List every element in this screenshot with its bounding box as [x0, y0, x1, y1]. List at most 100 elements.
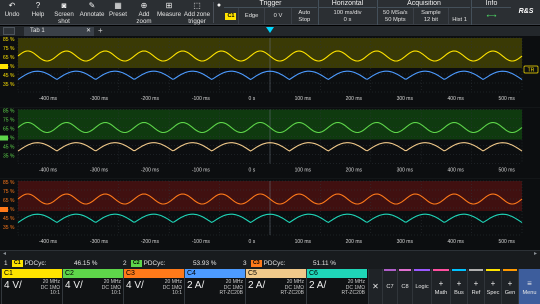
button-label: Math — [434, 289, 448, 296]
measurement-channel-badge: C3 — [251, 259, 262, 267]
channel-probe: 10:1 — [111, 290, 121, 296]
close-icon[interactable]: ✕ — [86, 27, 91, 36]
x-axis-label: -100 ms — [192, 96, 211, 102]
annotate-label: Annotate — [79, 11, 105, 18]
x-axis-label: -300 ms — [90, 239, 109, 245]
y-axis-label: 35 % — [3, 225, 15, 231]
x-axis-label: 0 s — [249, 168, 256, 174]
channel-offset-marker[interactable] — [0, 135, 8, 141]
screenshot-button[interactable]: ◙ Screen shot — [52, 0, 76, 25]
acq-mode-cell[interactable]: Sample 12 bit — [412, 8, 449, 25]
channel-c2[interactable]: C2 4 V/20 MHz DC 1MΩ 10:1 — [62, 269, 123, 304]
c7-button[interactable]: C7 — [382, 269, 397, 304]
horizontal-title: Horizontal — [319, 0, 376, 8]
y-axis-label: 85 % — [3, 109, 15, 115]
horizontal-section[interactable]: Horizontal 100 ms/div 0 s — [318, 0, 376, 25]
help-button[interactable]: ? Help — [27, 0, 49, 25]
signal-color-strip — [433, 269, 449, 271]
acquisition-title: Acquisition — [378, 0, 470, 8]
measurement-value: 53.93 % — [193, 259, 217, 267]
channel-c6[interactable]: C6 2 A/20 MHz DC 1MΩ RT-ZC20B — [306, 269, 367, 304]
channel-scale: 2 A/ — [309, 280, 327, 291]
gen-button[interactable]: + Gen — [501, 269, 518, 304]
channel-probe: RT-ZC20B — [219, 290, 243, 296]
reference-label: TR — [528, 68, 535, 74]
acq-rate-cell[interactable]: 50 MSa/s 50 Mpts — [378, 8, 413, 25]
plus-icon: + — [507, 278, 513, 288]
preset-button[interactable]: ▦ Preset — [107, 0, 129, 25]
measurement-1[interactable]: 1 C1 PDCyc: 46.15 % — [4, 258, 104, 268]
x-axis-label: 300 ms — [397, 96, 414, 102]
channel-probe: RT-ZC20B — [341, 290, 365, 296]
add-tab-button[interactable]: + — [98, 26, 103, 36]
channel-header: C5 — [246, 269, 306, 278]
trigger-level-cell[interactable]: 0 V — [264, 8, 290, 25]
tab-1[interactable]: Tab 1 ✕ — [24, 27, 94, 36]
undo-button[interactable]: ↶ Undo — [2, 0, 22, 25]
menu-button[interactable]: ≡ Menu — [518, 269, 540, 304]
chevron-right-icon[interactable]: ▸ — [534, 251, 537, 257]
channel-c4[interactable]: C4 2 A/20 MHz DC 1MΩ RT-ZC20B — [184, 269, 245, 304]
x-axis-label: 0 s — [249, 96, 256, 102]
measurement-index: 3 — [243, 259, 247, 267]
waveform-display[interactable]: 85 %75 %65 %55 %45 %35 %-400 ms -300 ms -2… — [0, 36, 540, 250]
close-panel-button[interactable]: ✕ — [368, 269, 382, 304]
trigger-position-marker[interactable] — [266, 27, 274, 33]
channel-scale: 2 A/ — [187, 280, 205, 291]
x-axis-label: 400 ms — [448, 96, 465, 102]
plus-icon: + — [490, 278, 496, 288]
trigger-level: 0 V — [273, 13, 283, 19]
x-axis-label: -300 ms — [90, 96, 109, 102]
add-zoom-label: Add zoom — [136, 11, 152, 25]
run-mode-button[interactable]: ● — [214, 0, 224, 25]
channel-c5[interactable]: C5 2 A/20 MHz DC 1MΩ RT-ZC20B — [245, 269, 306, 304]
diagram-tab-bar: Tab 1 ✕ + — [0, 26, 540, 36]
measurement-index: 2 — [123, 259, 127, 267]
info-section[interactable]: Info ⟷ — [471, 0, 511, 25]
trigger-mode-cell[interactable]: Auto Stop — [290, 8, 317, 25]
horizontal-cell[interactable]: 100 ms/div 0 s — [319, 8, 376, 25]
channel-scale: 4 V/ — [65, 280, 83, 291]
annotate-button[interactable]: ✎ Annotate — [78, 0, 106, 25]
info-cell[interactable]: ⟷ — [472, 8, 511, 25]
trigger-channel-cell[interactable]: C1 — [224, 8, 238, 25]
trigger-section[interactable]: Trigger C1 Edge 0 V Auto Stop — [224, 0, 317, 25]
c8-button[interactable]: C8 — [397, 269, 412, 304]
channel-scale: 4 V/ — [4, 280, 22, 291]
x-axis-label: -200 ms — [141, 239, 160, 245]
bus-button[interactable]: + Bus — [450, 269, 467, 304]
acquisition-section[interactable]: Acquisition 50 MSa/s 50 Mpts Sample 12 b… — [377, 0, 470, 25]
acq-history-cell[interactable]: Hist 1 — [448, 8, 470, 25]
math-button[interactable]: + Math — [431, 269, 450, 304]
ref-button[interactable]: + Ref — [467, 269, 484, 304]
chevron-left-icon[interactable]: ◂ — [3, 251, 6, 257]
x-axis-label: 0 s — [249, 239, 256, 245]
undo-label: Undo — [4, 11, 20, 18]
x-axis-label: -100 ms — [192, 168, 211, 174]
signal-color-strip — [399, 269, 411, 271]
channel-c1[interactable]: C1 4 V/20 MHz DC 1MΩ 10:1 — [1, 269, 62, 304]
spec-button[interactable]: + Spec — [484, 269, 501, 304]
measure-button[interactable]: ⊞ Measure — [156, 0, 182, 25]
x-axis-label: 200 ms — [346, 96, 363, 102]
diagram-area[interactable]: Tab 1 ✕ + 85 % 75 % 65 % 55 % 45 % 35 % -400 m… — [0, 26, 540, 250]
channel-c3[interactable]: C3 4 V/20 MHz DC 1MΩ 10:1 — [123, 269, 184, 304]
add-zone-trigger-button[interactable]: ⬚ Add zone trigger — [183, 0, 211, 25]
x-axis-label: 500 ms — [499, 168, 516, 174]
channel-offset-marker[interactable] — [0, 64, 8, 69]
sample-rate: 50 MSa/s — [383, 9, 408, 16]
measurement-2[interactable]: 2 C2 PDCyc: 53.93 % — [123, 258, 223, 268]
timebase-value: 100 ms/div — [333, 9, 362, 16]
add-zone-trigger-label: Add zone trigger — [183, 11, 211, 25]
measurement-3[interactable]: 3 C3 PDCyc: 51.11 % — [243, 258, 343, 268]
channel-header: C3 — [124, 269, 184, 278]
signal-color-strip — [503, 269, 517, 271]
logic-button[interactable]: Logic — [412, 269, 431, 304]
channel-bar: C1 4 V/20 MHz DC 1MΩ 10:1 C2 4 V/20 MHz DC 1MΩ… — [0, 269, 368, 304]
diagram-layout-icon[interactable] — [3, 27, 15, 35]
channel-offset-marker[interactable] — [0, 207, 8, 212]
x-axis-label: 400 ms — [448, 239, 465, 245]
trigger-type-cell[interactable]: Edge — [237, 8, 264, 25]
add-zoom-button[interactable]: ⊕ Add zoom — [133, 0, 155, 25]
measurement-scroll: ◂ ▸ — [0, 251, 540, 257]
